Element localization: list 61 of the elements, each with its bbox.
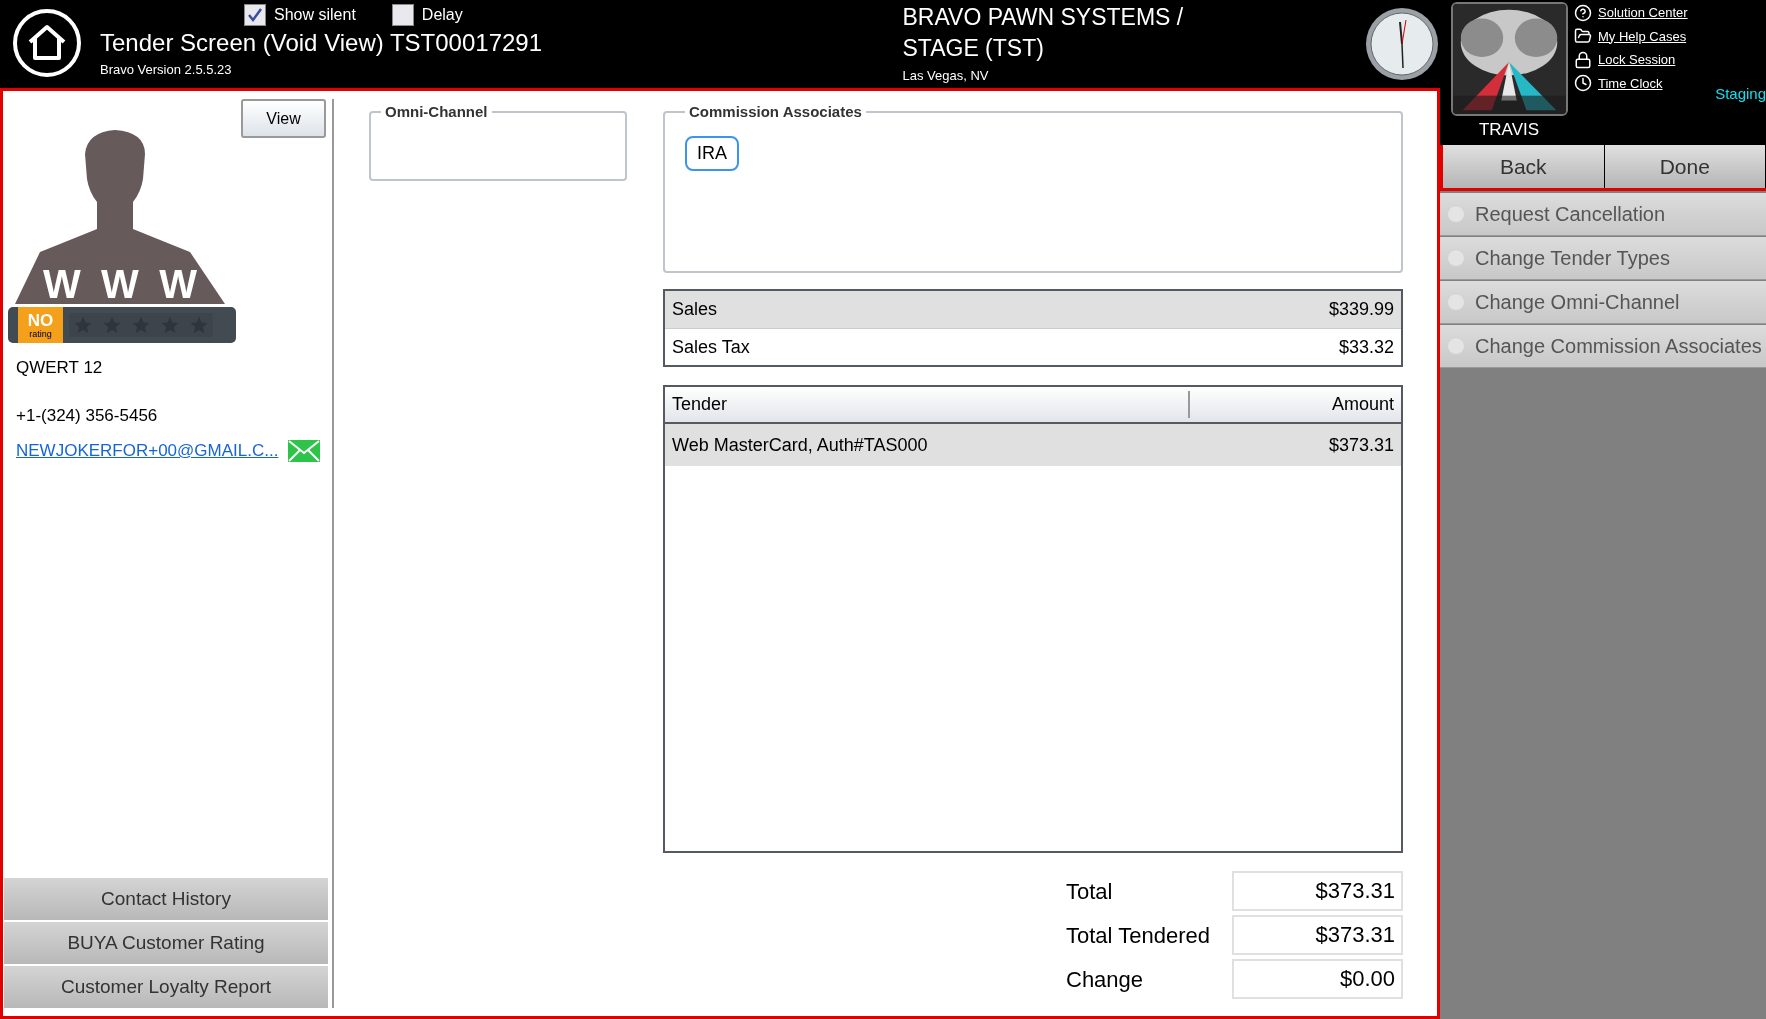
- checkbox-label: Show silent: [274, 5, 356, 25]
- checkbox-label: Delay: [421, 5, 463, 25]
- total-value: $0.00: [1232, 959, 1403, 999]
- summary-value: $339.99: [1328, 298, 1394, 321]
- checkbox[interactable]: [391, 4, 414, 26]
- nav-button[interactable]: Done: [1604, 145, 1766, 188]
- option-label: Change Tender Types: [1475, 246, 1670, 271]
- associate-chip[interactable]: IRA: [685, 135, 739, 171]
- total-label: Total: [1066, 877, 1114, 906]
- header-link[interactable]: My Help Cases: [1598, 26, 1687, 46]
- summary-label: Sales Tax: [672, 335, 750, 359]
- user-name: TRAVIS: [1478, 119, 1540, 141]
- total-value: $373.31: [1232, 915, 1403, 955]
- badge-text: NO: [27, 311, 54, 329]
- location-text: Las Vegas, NV: [902, 67, 990, 85]
- folder-icon: [1574, 27, 1592, 46]
- action-option[interactable]: Request Cancellation: [1440, 193, 1766, 236]
- tender-row[interactable]: Web MasterCard, Auth#TAS000 $373.31: [665, 424, 1401, 466]
- header-link[interactable]: Time Clock: [1598, 73, 1663, 93]
- avatar-letter: W: [101, 266, 139, 302]
- action-option[interactable]: Change Omni-Channel: [1440, 281, 1766, 324]
- summary-value: $33.32: [1338, 335, 1394, 359]
- tender-cell-text: Web MasterCard, Auth#TAS000: [672, 433, 928, 457]
- company-name: BRAVO PAWN SYSTEMS / STAGE (TST): [902, 3, 1185, 63]
- total-value: $373.31: [1232, 871, 1403, 911]
- customer-phone: +1-(324) 356-5456: [16, 404, 159, 427]
- summary-label: Sales: [672, 298, 718, 321]
- option-label: Change Omni-Channel: [1475, 290, 1680, 315]
- group-legend: Commission Associates: [685, 101, 866, 124]
- clock-icon: [1574, 74, 1592, 93]
- avatar-letter: W: [159, 266, 197, 302]
- badge-subtext: rating: [29, 328, 52, 339]
- mail-icon[interactable]: [288, 439, 321, 462]
- option-label: Request Cancellation: [1475, 202, 1666, 227]
- sidebar-button[interactable]: Customer Loyalty Report: [4, 966, 328, 1008]
- view-button[interactable]: View: [241, 99, 326, 138]
- home-icon[interactable]: [12, 8, 82, 78]
- total-label: Total Tendered: [1066, 921, 1211, 950]
- email-link[interactable]: NEWJOKERFOR+00@GMAIL.C...: [16, 438, 279, 464]
- column-header[interactable]: Tender: [665, 391, 1190, 418]
- environment-label: Staging: [1715, 84, 1766, 104]
- screen-title: Tender Screen (Void View) TST00017291: [100, 28, 544, 58]
- amount-cell-text: $373.31: [1328, 433, 1394, 457]
- option-label: Change Commission Associates: [1475, 334, 1762, 359]
- total-label: Change: [1066, 965, 1145, 994]
- column-header[interactable]: Amount: [1190, 391, 1401, 418]
- radio-button[interactable]: [1447, 205, 1465, 223]
- header-link[interactable]: Solution Center: [1598, 3, 1688, 23]
- action-option[interactable]: Change Commission Associates: [1440, 325, 1766, 368]
- group-legend: Omni-Channel: [381, 101, 492, 124]
- sidebar-button[interactable]: Contact History: [4, 878, 328, 920]
- version-text: Bravo Version 2.5.5.23: [100, 61, 233, 79]
- help-icon: [1574, 3, 1592, 22]
- avatar-letter: W: [43, 266, 81, 302]
- nav-button[interactable]: Back: [1443, 145, 1605, 188]
- header-link[interactable]: Lock Session: [1598, 50, 1676, 70]
- customer-name: QWERT 12: [16, 357, 104, 379]
- action-option[interactable]: Change Tender Types: [1440, 237, 1766, 280]
- sidebar-button[interactable]: BUYA Customer Rating: [4, 922, 328, 964]
- lock-icon: [1574, 50, 1592, 69]
- checkbox[interactable]: [244, 4, 266, 26]
